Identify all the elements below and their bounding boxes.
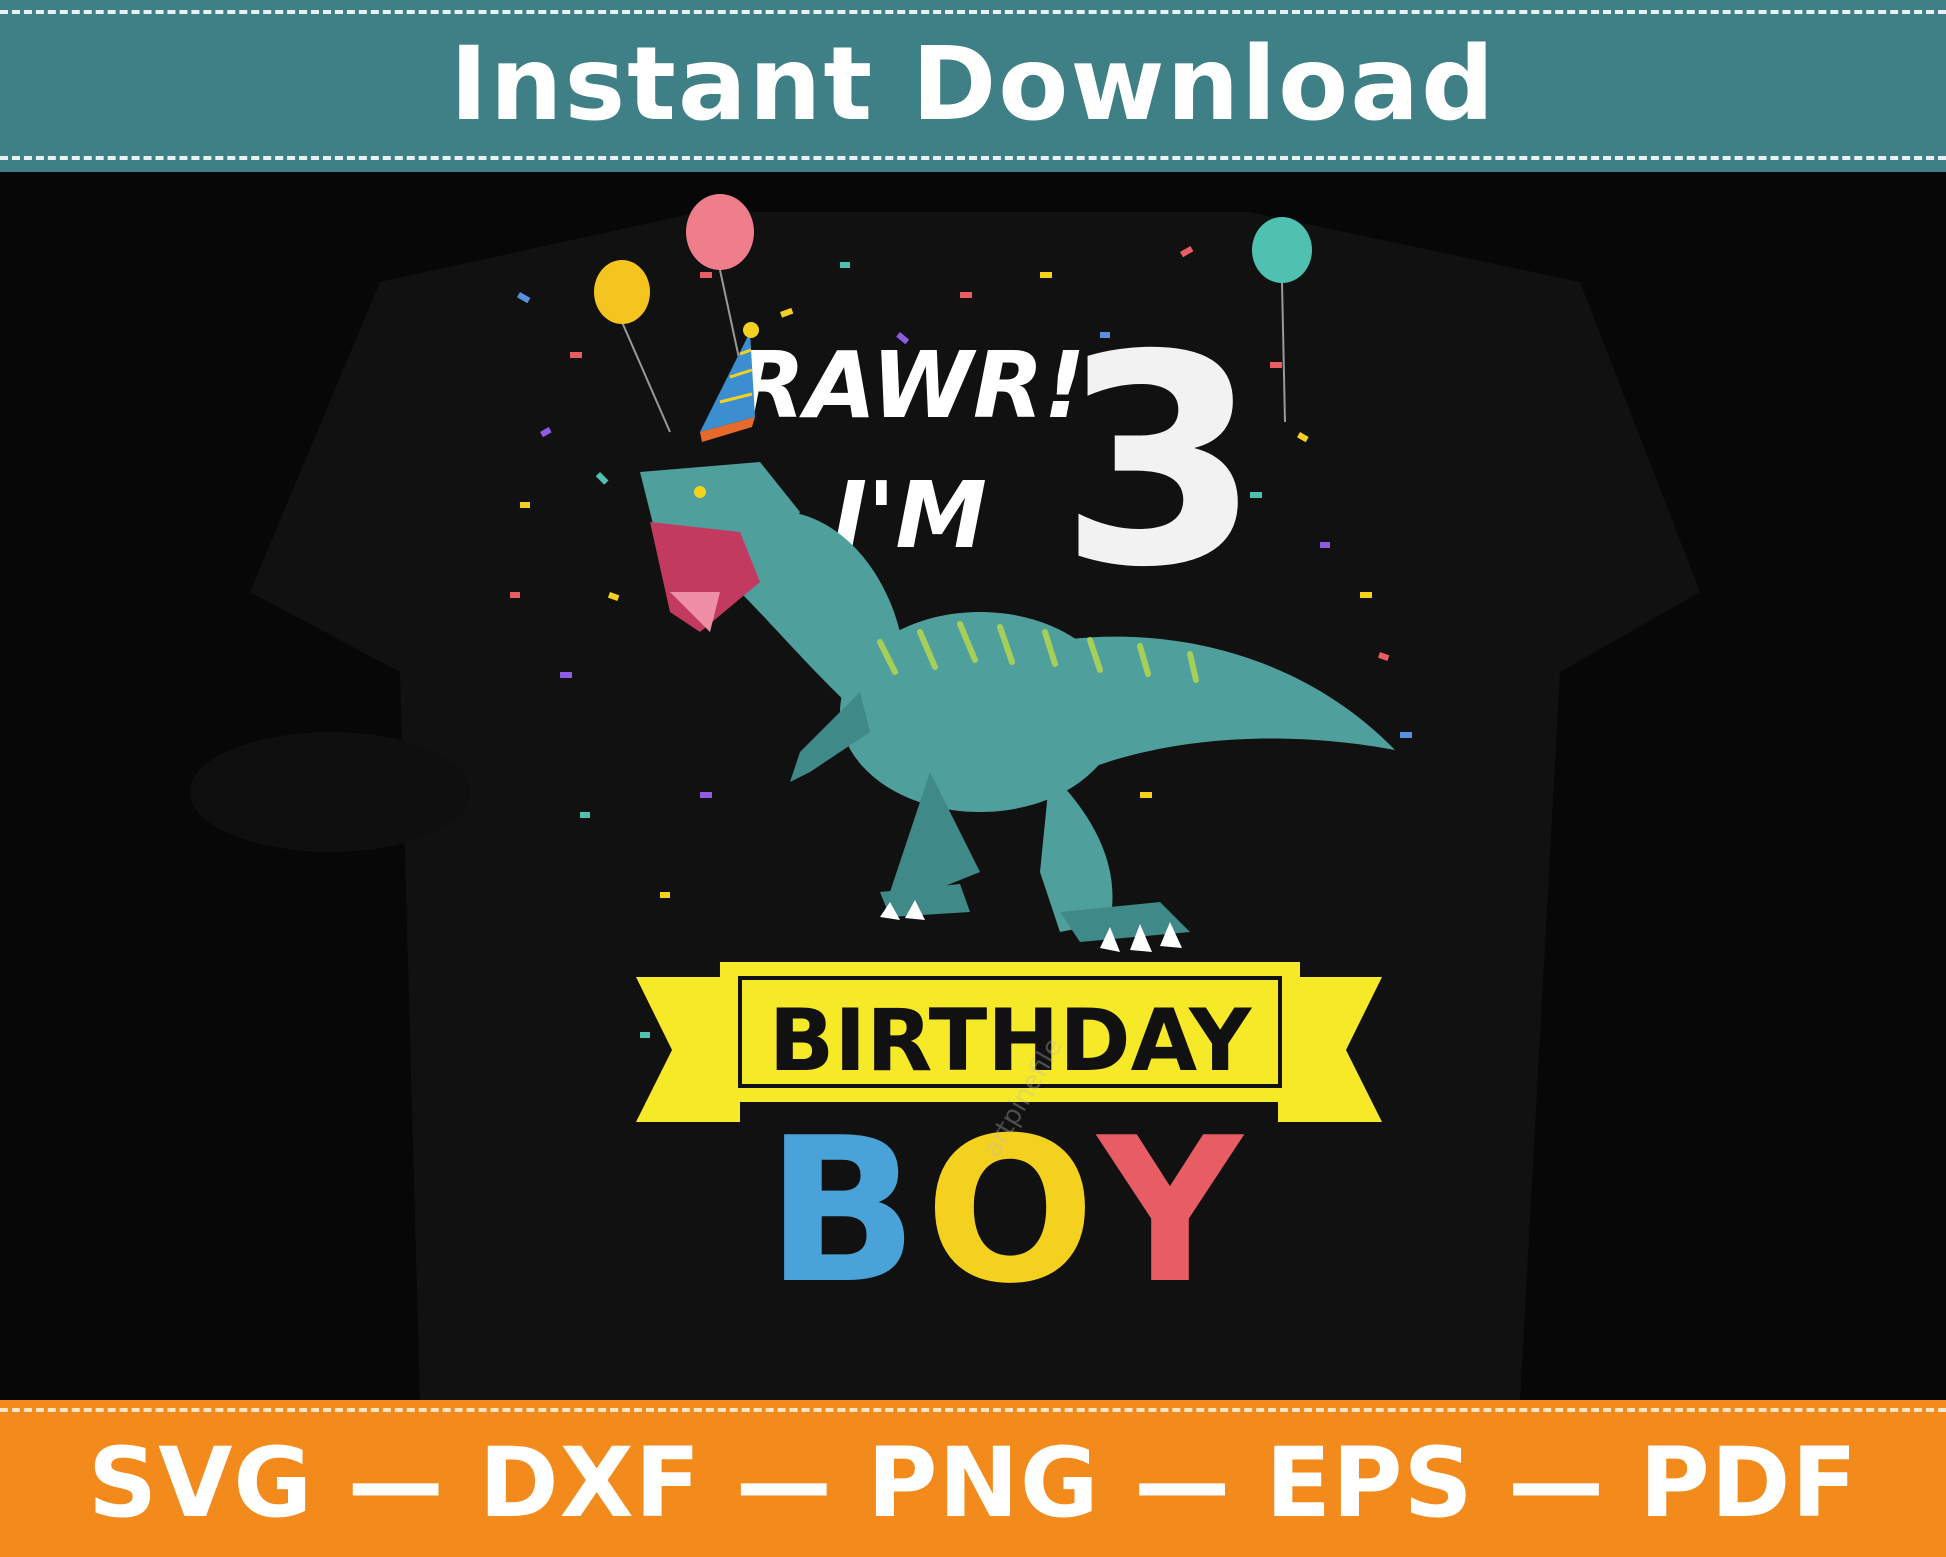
- instant-download-title: Instant Download: [449, 25, 1497, 144]
- design-preview: RAWR! I'M 3 BIRTHDAY B O Y artpinefile: [0, 172, 1946, 1400]
- design-artwork: RAWR! I'M 3 BIRTHDAY B O Y artpinefile: [190, 194, 1700, 1400]
- ribbon-birthday-text: BIRTHDAY: [769, 991, 1253, 1091]
- bottom-banner-dashed-border: [0, 1408, 1946, 1412]
- rawr-text: RAWR!: [734, 332, 1085, 439]
- bottom-dashed-border: [0, 156, 1946, 160]
- top-banner: Instant Download: [0, 0, 1946, 172]
- boy-letter-b: B: [766, 1095, 918, 1328]
- sunglasses-shadow: [190, 732, 470, 852]
- boy-letter-y: Y: [1096, 1095, 1245, 1328]
- age-number: 3: [1059, 294, 1261, 631]
- file-formats-text: SVG — DXF — PNG — EPS — PDF: [87, 1427, 1859, 1539]
- bottom-banner: SVG — DXF — PNG — EPS — PDF: [0, 1400, 1946, 1557]
- top-dashed-border: [0, 10, 1946, 14]
